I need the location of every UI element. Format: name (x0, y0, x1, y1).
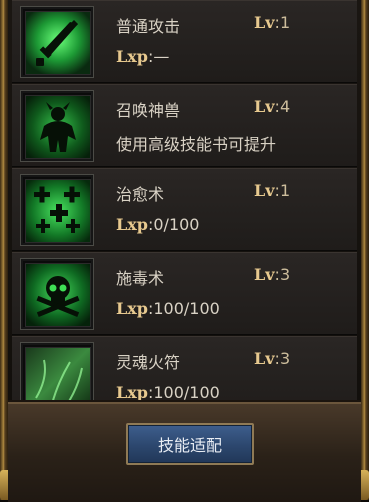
skill-icon-frame (20, 258, 94, 330)
xp-label: Lxp (116, 215, 148, 234)
level-value: :1 (274, 181, 291, 200)
skill-panel: 普通攻击 Lv:1 Lxp:— 召唤神兽 Lv:4 使用高级技能书可提升 治愈术… (0, 0, 369, 502)
beast-icon (25, 95, 91, 159)
skill-name: 治愈术 (116, 185, 165, 204)
skill-row[interactable]: 治愈术 Lv:1 Lxp:0/100 (12, 168, 357, 251)
soul-talisman-icon (25, 347, 91, 408)
skill-icon-frame (20, 174, 94, 246)
sword-icon (25, 11, 91, 75)
skill-level: Lv:4 (254, 97, 290, 116)
skill-name: 施毒术 (116, 269, 165, 288)
skill-row[interactable]: 灵魂火符 Lv:3 Lxp:100/100 (12, 336, 357, 408)
skill-level: Lv:3 (254, 349, 290, 368)
skill-list[interactable]: 普通攻击 Lv:1 Lxp:— 召唤神兽 Lv:4 使用高级技能书可提升 治愈术… (12, 0, 357, 408)
skill-name: 灵魂火符 (116, 353, 181, 372)
heal-icon (25, 179, 91, 243)
skill-level: Lv:1 (254, 181, 290, 200)
skill-icon-frame (20, 90, 94, 162)
skill-adapt-button[interactable]: 技能适配 (126, 423, 254, 465)
xp-value: :0/100 (147, 215, 200, 234)
skill-row[interactable]: 施毒术 Lv:3 Lxp:100/100 (12, 252, 357, 335)
skill-level: Lv:3 (254, 265, 290, 284)
skill-xp: Lxp:0/100 (116, 215, 199, 234)
xp-value: :— (147, 47, 170, 66)
level-value: :3 (274, 349, 291, 368)
level-label: Lv (254, 181, 275, 200)
level-label: Lv (254, 97, 275, 116)
skill-icon-frame (20, 6, 94, 78)
level-value: :1 (274, 13, 291, 32)
frame-border-right (361, 0, 369, 500)
level-value: :3 (274, 265, 291, 284)
skill-name: 召唤神兽 (116, 101, 181, 120)
level-label: Lv (254, 349, 275, 368)
level-value: :4 (274, 97, 291, 116)
frame-border-left (0, 0, 8, 500)
xp-label: Lxp (116, 299, 148, 318)
skill-level: Lv:1 (254, 13, 290, 32)
xp-value: :100/100 (147, 299, 220, 318)
level-label: Lv (254, 13, 275, 32)
skill-name: 普通攻击 (116, 17, 181, 36)
skill-xp: Lxp:— (116, 47, 169, 66)
skill-icon-frame (20, 342, 94, 408)
skill-row[interactable]: 普通攻击 Lv:1 Lxp:— (12, 0, 357, 83)
skill-xp: Lxp:100/100 (116, 299, 220, 318)
skill-description: 使用高级技能书可提升 (116, 135, 277, 154)
skill-row[interactable]: 召唤神兽 Lv:4 使用高级技能书可提升 (12, 84, 357, 167)
xp-label: Lxp (116, 47, 148, 66)
level-label: Lv (254, 265, 275, 284)
poison-skull-icon (25, 263, 91, 327)
